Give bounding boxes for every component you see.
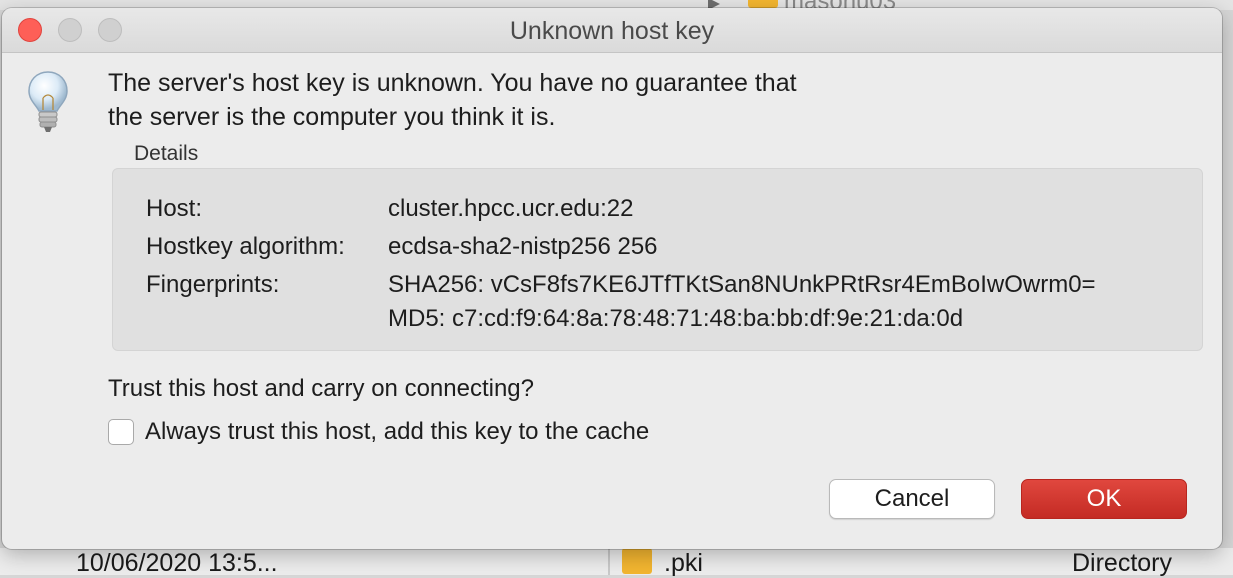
always-trust-option[interactable]: Always trust this host, add this key to … [108, 418, 649, 446]
host-label: Host: [146, 195, 203, 222]
background-file-kind: Directory [1072, 549, 1173, 577]
background-date-cell: 10/06/2020 13:5... [76, 549, 278, 577]
fingerprint-sha256: SHA256: vCsF8fs7KE6JTfTKtSan8NUnkPRtRsr4… [388, 271, 1096, 298]
dialog-message-line2: the server is the computer you think it … [108, 103, 556, 131]
algorithm-value: ecdsa-sha2-nistp256 256 [388, 233, 658, 260]
dialog-title: Unknown host key [509, 17, 715, 45]
algorithm-label: Hostkey algorithm: [146, 233, 345, 260]
fingerprints-label: Fingerprints: [146, 271, 280, 298]
cancel-button[interactable]: Cancel [829, 479, 995, 519]
always-trust-checkbox[interactable] [108, 419, 134, 445]
always-trust-label[interactable]: Always trust this host, add this key to … [145, 418, 649, 446]
details-heading: Details [134, 142, 199, 165]
fingerprint-md5: MD5: c7:cd:f9:64:8a:78:48:71:48:ba:bb:df… [388, 305, 964, 332]
dialog-message-line1: The server's host key is unknown. You ha… [108, 69, 797, 97]
folder-icon [748, 0, 778, 8]
background-file-name[interactable]: .pki [664, 549, 703, 578]
host-value: cluster.hpcc.ucr.edu:22 [388, 195, 634, 222]
trust-question: Trust this host and carry on connecting? [108, 375, 534, 402]
lightbulb-icon [28, 71, 68, 132]
unknown-host-key-dialog: Unknown host key The server's host key i… [2, 8, 1222, 549]
folder-icon [622, 548, 652, 574]
dialog-titlebar: Unknown host key [2, 8, 1222, 53]
dialog-message: The server's host key is unknown. You ha… [108, 66, 797, 134]
background-pane-divider [608, 548, 610, 575]
ok-button[interactable]: OK [1021, 479, 1187, 519]
